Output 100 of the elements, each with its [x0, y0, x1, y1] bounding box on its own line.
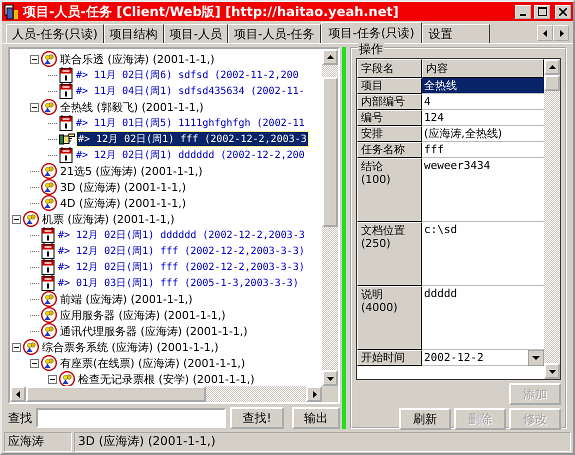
scroll-thumb[interactable]	[322, 77, 338, 227]
tab[interactable]: 人员-任务(只读)	[6, 24, 104, 43]
tree-item[interactable]: 应用服务器 (应海涛) (2001-1-1,)	[59, 308, 227, 322]
scrollbar-corner	[322, 386, 338, 402]
tree-item[interactable]: 前端 (应海涛) (2001-1-1,)	[59, 292, 194, 306]
close-icon	[559, 8, 567, 16]
tree-item[interactable]: #> 11月 01日(周5) 1111ghfghfgh (2002-11	[75, 116, 306, 130]
find-button[interactable]: 查找!	[230, 407, 284, 429]
tree-item[interactable]: #> 11月 04日(周1) sdfsd435634 (2002-11-	[75, 84, 306, 98]
dropdown-arrow-icon[interactable]	[528, 350, 544, 366]
calendar-icon	[59, 83, 73, 99]
calendar-icon	[41, 227, 55, 243]
date-field[interactable]: 2002-12-2	[422, 350, 544, 366]
tree-item[interactable]: #> 12月 02日(周1) fff (2002-12-2,2003-3	[77, 132, 308, 146]
field-name-cell: 内部编号	[357, 94, 422, 110]
calendar-icon	[41, 243, 55, 259]
scroll-thumb[interactable]	[26, 386, 206, 402]
calendar-icon	[41, 275, 55, 291]
horizontal-scrollbar[interactable]	[10, 386, 322, 402]
tree-item[interactable]: 3D (应海涛) (2001-1-1,)	[59, 180, 188, 194]
person-icon	[41, 179, 57, 195]
collapse-toggle-icon[interactable]	[48, 374, 57, 384]
group-title: 操作	[358, 41, 384, 58]
collapse-toggle-icon[interactable]	[12, 214, 21, 224]
calendar-icon	[41, 259, 55, 275]
find-field[interactable]	[36, 408, 226, 428]
scroll-thumb[interactable]	[544, 75, 560, 91]
calendar-icon	[59, 147, 73, 163]
person-icon	[41, 323, 57, 339]
field-name-cell: 结论 (100)	[357, 158, 422, 222]
field-name-cell: 说明 (4000)	[357, 286, 422, 350]
collapse-toggle-icon[interactable]	[30, 102, 39, 112]
column-header: 字段名	[357, 59, 422, 78]
arrow-down-icon	[548, 368, 556, 374]
export-button[interactable]: 输出	[292, 407, 340, 429]
person-icon	[23, 339, 39, 355]
person-icon	[41, 99, 57, 115]
tree-item[interactable]: #> 12月 02日(周1) fff (2002-12-2,2003-3-3)	[57, 260, 306, 274]
maximize-button[interactable]	[534, 4, 550, 18]
tree-item[interactable]: 机票 (应海涛) (2001-1-1,)	[41, 212, 176, 226]
arrow-down-icon	[326, 374, 334, 382]
tree-item[interactable]: 通讯代理服务器 (应海涛) (2001-1-1,)	[59, 324, 249, 338]
tab[interactable]: 项目-人员-任务	[228, 24, 321, 43]
person-icon	[41, 163, 57, 179]
field-value-cell[interactable]: 全热线	[422, 78, 544, 94]
tree-item[interactable]: 4D (应海涛) (2001-1-1,)	[59, 196, 188, 210]
field-name-cell: 开始时间	[357, 350, 422, 366]
app-icon	[4, 4, 20, 20]
tab[interactable]: 设置	[422, 24, 490, 43]
arrow-right-icon	[310, 390, 318, 398]
minimize-icon	[520, 14, 526, 16]
calendar-icon	[59, 115, 73, 131]
arrow-left-icon	[14, 390, 22, 398]
tab[interactable]: 项目结构	[104, 24, 164, 43]
tree-item[interactable]: 检查无记录票根 (安学) (2001-1-1,)	[77, 372, 256, 386]
collapse-toggle-icon[interactable]	[30, 358, 39, 368]
tree-item[interactable]: #> 12月 02日(周1) dddddd (2002-12-2,200	[75, 148, 306, 162]
maximize-icon	[538, 7, 546, 16]
person-icon	[41, 291, 57, 307]
window-title: 项目-人员-任务 [Client/Web版] [http://haitao.yeah.net]	[23, 4, 400, 20]
vertical-scrollbar[interactable]	[322, 49, 338, 386]
tree-item[interactable]: 综合票务系统 (应海涛) (2001-1-1,)	[41, 340, 220, 354]
arrow-left-icon	[542, 30, 548, 36]
tree-item[interactable]: #> 01月 03日(周1) fff (2005-1-3,2003-3-3)	[57, 276, 300, 290]
tree-item[interactable]: #> 12月 02日(周1) fff (2002-12-2,2003-3-3)	[57, 244, 306, 258]
person-icon	[41, 51, 57, 67]
collapse-toggle-icon[interactable]	[12, 342, 21, 352]
calendar-icon	[59, 67, 73, 83]
action-button[interactable]: 刷新	[399, 408, 451, 430]
minimize-button[interactable]	[515, 4, 531, 18]
person-icon	[41, 307, 57, 323]
status-text: 3D (应海涛) (2001-1-1,)	[74, 432, 571, 452]
scroll-left-button[interactable]	[537, 25, 553, 41]
tree-item[interactable]: 21选5 (应海涛) (2001-1-1,)	[59, 164, 204, 178]
person-icon	[41, 355, 57, 371]
pointing-hand-icon	[59, 132, 75, 146]
collapse-toggle-icon[interactable]	[30, 54, 39, 64]
tree-item[interactable]: 有座票(在线票) (应海涛) (2001-1-1,)	[59, 356, 246, 370]
tree-item[interactable]: 联合乐透 (应海涛) (2001-1-1,)	[59, 52, 216, 66]
field-name-cell: 编号	[357, 110, 422, 126]
tree-item[interactable]: 全热线 (郭毅飞) (2001-1-1,)	[59, 100, 205, 114]
field-name-cell: 安排	[357, 126, 422, 142]
person-icon	[23, 211, 39, 227]
tab[interactable]: 项目-任务(只读)	[320, 22, 422, 43]
column-header: 内容	[422, 59, 544, 78]
field-name-cell: 文档位置 (250)	[357, 222, 422, 286]
find-label: 查找	[8, 410, 32, 426]
arrow-up-icon	[326, 54, 334, 60]
close-button[interactable]	[555, 4, 571, 18]
field-name-cell: 任务名称	[357, 142, 422, 158]
arrow-right-icon	[558, 30, 564, 36]
status-user: 应海涛	[4, 432, 72, 452]
tree-item[interactable]: #> 11月 02日(周6) sdfsd (2002-11-2,200	[75, 68, 300, 82]
person-icon	[41, 195, 57, 211]
arrow-up-icon	[548, 64, 556, 70]
scroll-right-button[interactable]	[553, 25, 569, 41]
field-name-cell: 项目	[357, 78, 422, 94]
vertical-scrollbar[interactable]	[544, 59, 560, 379]
tree-item[interactable]: #> 12月 02日(周1) dddddd (2002-12-2,2003-3	[57, 228, 306, 242]
tab[interactable]: 项目-人员	[164, 24, 228, 43]
